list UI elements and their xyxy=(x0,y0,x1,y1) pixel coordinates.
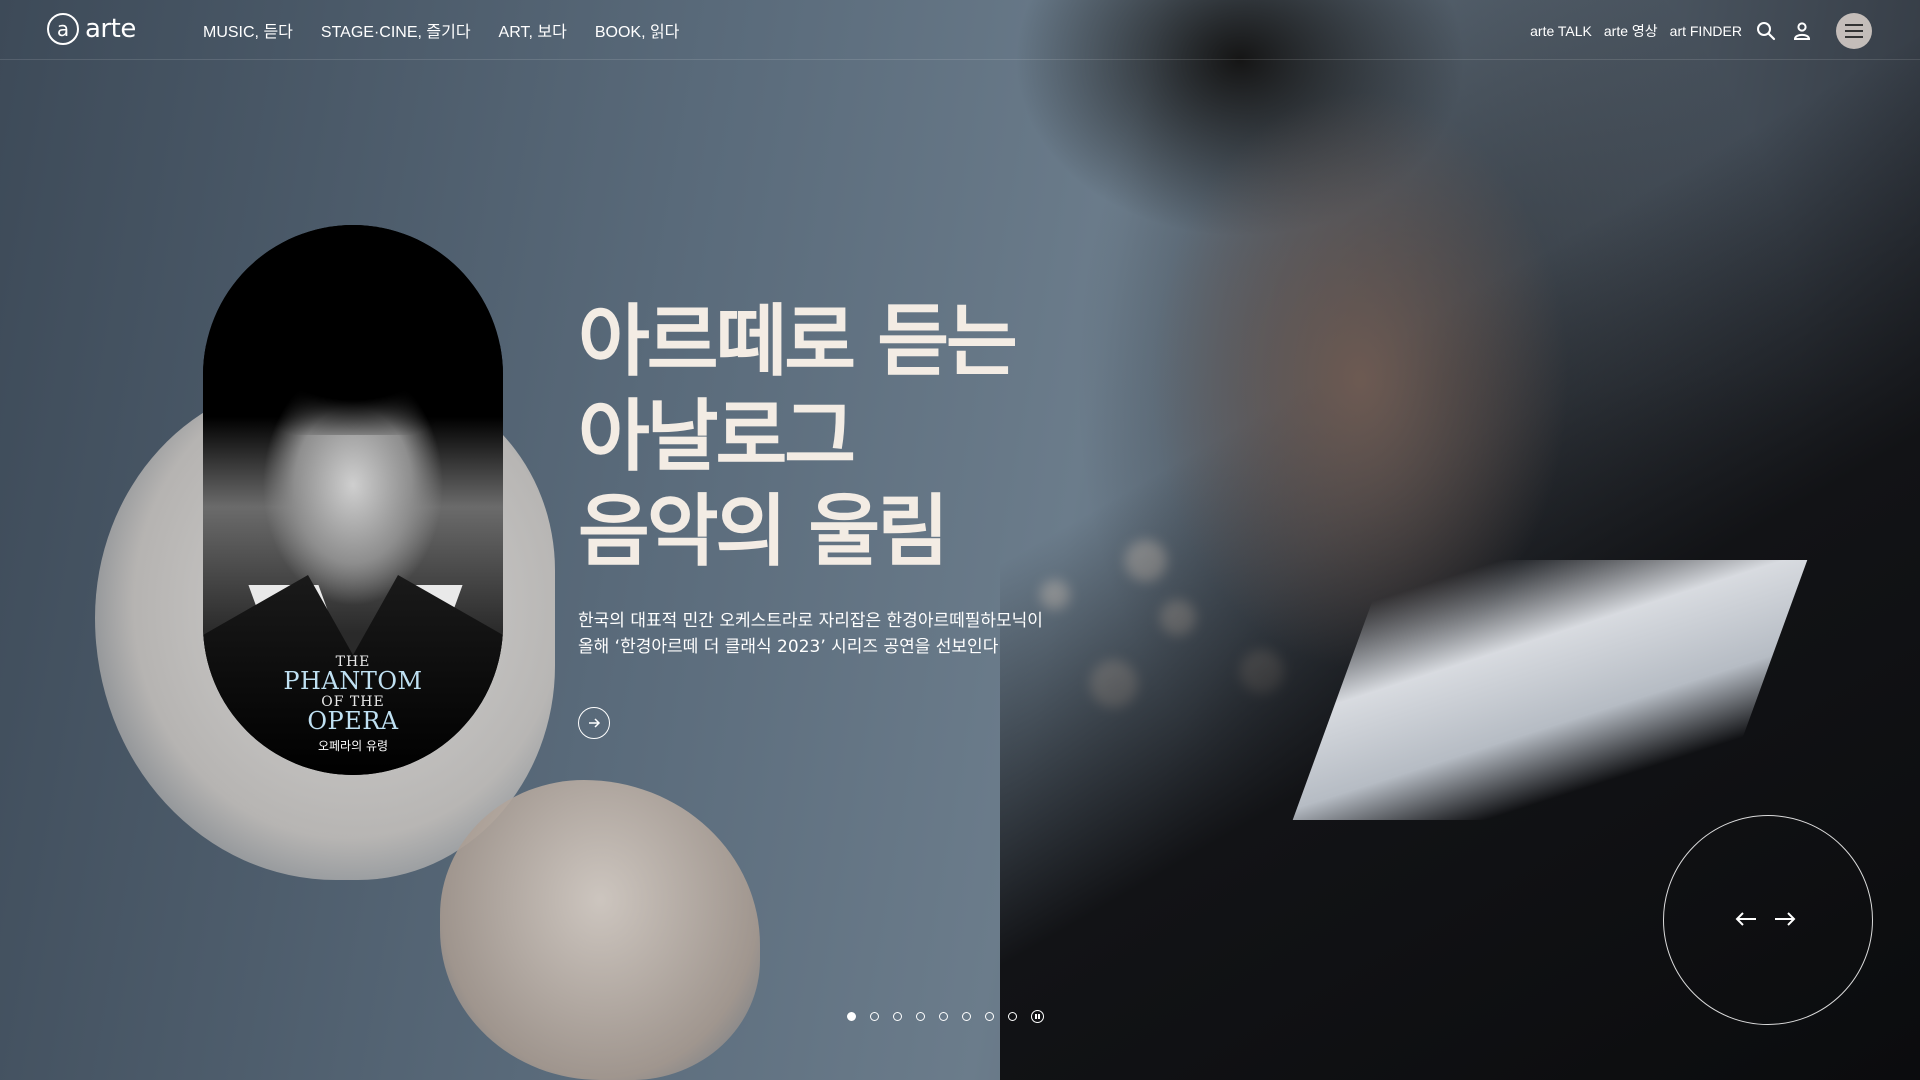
main-nav: MUSIC, 듣다 STAGE·CINE, 즐기다 ART, 보다 BOOK, … xyxy=(203,18,679,42)
hero-description: 한국의 대표적 민간 오케스트라로 자리잡은 한경아르떼필하모닉이 올해 ‘한경… xyxy=(578,608,1043,660)
read-more-button[interactable] xyxy=(578,707,610,739)
poster-title-phantom: PHANTOM xyxy=(283,667,423,696)
hero-headline: 아르떼로 듣는 아날로그 음악의 울림 xyxy=(578,295,1018,580)
pagination-dot[interactable] xyxy=(939,1012,948,1021)
prev-slide-button[interactable] xyxy=(1731,904,1761,934)
pagination-dot[interactable] xyxy=(916,1012,925,1021)
headline-line: 아르떼로 듣는 xyxy=(578,297,1018,387)
description-line: 올해 ‘한경아르떼 더 클래식 2023’ 시리즈 공연을 선보인다 xyxy=(578,637,999,657)
arte-logo[interactable]: a arte xyxy=(47,13,136,45)
arrow-left-icon xyxy=(1735,912,1756,926)
nav-book[interactable]: BOOK, 읽다 xyxy=(595,18,680,42)
headline-line: 아날로그 xyxy=(578,392,856,482)
pagination-dot[interactable] xyxy=(962,1012,971,1021)
user-icon[interactable] xyxy=(1790,19,1814,43)
menu-button[interactable] xyxy=(1836,13,1872,49)
poster-title-opera: OPERA xyxy=(307,707,399,736)
nav-art[interactable]: ART, 보다 xyxy=(499,18,567,42)
nav-stage-cine[interactable]: STAGE·CINE, 즐기다 xyxy=(321,18,471,42)
arrow-right-circle-icon xyxy=(589,718,601,728)
util-art-finder[interactable]: art FINDER xyxy=(1670,23,1742,39)
slide-nav-circle xyxy=(1663,815,1873,1025)
next-slide-button[interactable] xyxy=(1770,904,1800,934)
pagination-dot[interactable] xyxy=(847,1012,856,1021)
util-arte-video[interactable]: arte 영상 xyxy=(1604,21,1658,41)
description-line: 한국의 대표적 민간 오케스트라로 자리잡은 한경아르떼필하모닉이 xyxy=(578,611,1043,631)
headline-line: 음악의 울림 xyxy=(578,487,949,577)
util-arte-talk[interactable]: arte TALK xyxy=(1530,23,1592,39)
poster-title: THE PHANTOM OF THE OPERA 오페라의 유령 xyxy=(203,654,503,754)
pagination-dot[interactable] xyxy=(985,1012,994,1021)
logo-mark: a xyxy=(47,13,79,45)
search-icon[interactable] xyxy=(1754,19,1778,43)
utility-nav: arte TALK arte 영상 art FINDER xyxy=(1530,13,1872,49)
pause-icon[interactable] xyxy=(1031,1010,1044,1023)
pagination-dot[interactable] xyxy=(870,1012,879,1021)
site-header: a arte MUSIC, 듣다 STAGE·CINE, 즐기다 ART, 보다… xyxy=(0,0,1920,60)
pagination-dot[interactable] xyxy=(1008,1012,1017,1021)
poster-hair xyxy=(203,225,503,435)
slide-pagination xyxy=(847,1010,1044,1023)
logo-text: arte xyxy=(85,14,136,44)
phantom-poster[interactable]: THE PHANTOM OF THE OPERA 오페라의 유령 xyxy=(203,225,503,775)
hand-image xyxy=(440,780,760,1080)
nav-music[interactable]: MUSIC, 듣다 xyxy=(203,18,293,42)
pagination-dot[interactable] xyxy=(893,1012,902,1021)
poster-subtitle: 오페라의 유령 xyxy=(317,739,389,754)
arrow-right-icon xyxy=(1775,912,1796,926)
menu-icon xyxy=(1845,24,1863,38)
